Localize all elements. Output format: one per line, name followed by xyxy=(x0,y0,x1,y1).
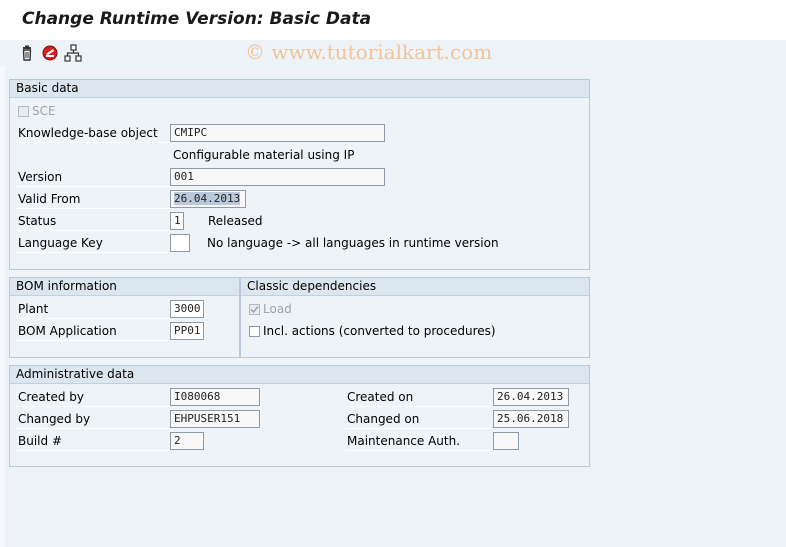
checkmark-icon xyxy=(250,306,259,314)
basic-data-title: Basic data xyxy=(16,81,79,95)
status-text: Released xyxy=(208,214,263,228)
changed-on-label: Changed on xyxy=(347,412,420,426)
created-by-field[interactable]: I080068 xyxy=(170,388,260,406)
load-label: Load xyxy=(263,302,292,316)
basic-data-group: Basic data SCE Knowledge-base object CMI… xyxy=(9,79,590,270)
kb-object-description: Configurable material using IP xyxy=(173,148,355,162)
status-field[interactable]: 1 xyxy=(170,212,184,230)
bom-information-group: BOM information Plant 3000 BOM Applicati… xyxy=(9,277,240,358)
maintenance-auth-field[interactable] xyxy=(493,432,519,450)
kb-object-label: Knowledge-base object xyxy=(18,126,158,140)
plant-field[interactable]: 3000 xyxy=(170,300,204,318)
version-field[interactable]: 001 xyxy=(170,168,385,186)
page-title: Change Runtime Version: Basic Data xyxy=(22,9,372,29)
left-strip xyxy=(0,66,5,547)
bom-information-header: BOM information xyxy=(10,278,239,296)
build-label: Build # xyxy=(18,434,62,448)
incl-actions-checkbox[interactable] xyxy=(249,326,260,337)
administrative-data-header: Administrative data xyxy=(10,366,589,384)
divider xyxy=(16,186,171,187)
classic-dependencies-title: Classic dependencies xyxy=(247,279,377,293)
incl-actions-label: Incl. actions (converted to procedures) xyxy=(263,324,496,338)
divider xyxy=(16,142,171,143)
language-key-field[interactable] xyxy=(170,234,190,252)
created-by-label: Created by xyxy=(18,390,85,404)
administrative-data-group: Administrative data Created by I080068 C… xyxy=(9,365,590,467)
divider xyxy=(16,428,171,429)
changed-by-label: Changed by xyxy=(18,412,91,426)
build-field[interactable]: 2 xyxy=(170,432,204,450)
changed-on-field[interactable]: 25.06.2018 xyxy=(493,410,569,428)
divider xyxy=(345,406,493,407)
watermark: © www.tutorialkart.com xyxy=(245,40,493,64)
language-key-text: No language -> all languages in runtime … xyxy=(207,236,499,250)
divider xyxy=(16,450,171,451)
title-bar: Change Runtime Version: Basic Data xyxy=(0,0,786,41)
administrative-data-title: Administrative data xyxy=(16,367,135,381)
classic-dependencies-group: Classic dependencies Load Incl. actions … xyxy=(240,277,590,358)
created-on-label: Created on xyxy=(347,390,414,404)
kb-object-field[interactable]: CMIPC xyxy=(170,124,385,142)
hierarchy-icon[interactable] xyxy=(64,44,82,62)
bom-application-field[interactable]: PP01 xyxy=(170,322,204,340)
sce-checkbox[interactable] xyxy=(18,106,29,117)
divider xyxy=(345,428,493,429)
divider xyxy=(16,340,171,341)
load-checkbox[interactable] xyxy=(249,304,260,315)
sce-label: SCE xyxy=(32,104,56,118)
divider xyxy=(16,318,171,319)
classic-dependencies-header: Classic dependencies xyxy=(241,278,589,296)
valid-from-value: 26.04.2013 xyxy=(174,192,241,205)
divider xyxy=(16,208,171,209)
language-key-label: Language Key xyxy=(18,236,103,250)
divider xyxy=(345,450,493,451)
delete-icon[interactable] xyxy=(18,44,36,62)
status-label: Status xyxy=(18,214,57,228)
divider xyxy=(16,230,171,231)
plant-label: Plant xyxy=(18,302,49,316)
maintenance-auth-label: Maintenance Auth. xyxy=(347,434,461,448)
basic-data-header: Basic data xyxy=(10,80,589,98)
changed-by-field[interactable]: EHPUSER151 xyxy=(170,410,260,428)
valid-from-field[interactable]: 26.04.2013 xyxy=(170,190,246,208)
valid-from-label: Valid From xyxy=(18,192,81,206)
created-on-field[interactable]: 26.04.2013 xyxy=(493,388,569,406)
display-change-icon[interactable] xyxy=(41,44,59,62)
version-label: Version xyxy=(18,170,63,184)
divider xyxy=(16,252,171,253)
bom-information-title: BOM information xyxy=(16,279,117,293)
bom-application-label: BOM Application xyxy=(18,324,117,338)
divider xyxy=(16,406,171,407)
